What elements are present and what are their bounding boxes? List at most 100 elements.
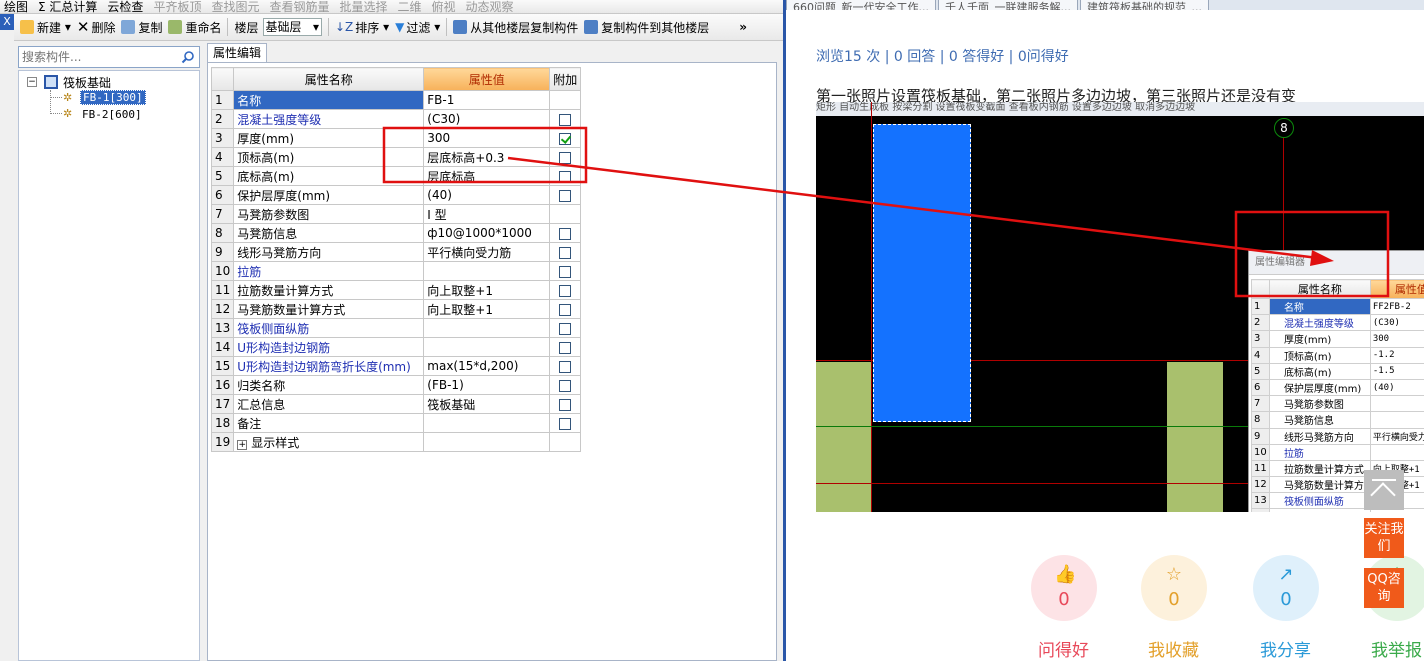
extra-checkbox[interactable] [559,379,572,392]
action-favorite-button[interactable]: ☆ 0 [1141,555,1207,621]
property-name-cell[interactable]: 筏板侧面纵筋 [233,318,425,338]
table-row[interactable]: 12 马凳筋数量计算方式 向上取整+1 [210,299,582,319]
table-row[interactable]: 14 U形构造封边钢筋 [210,337,582,357]
extra-checkbox[interactable] [559,189,572,202]
top-toolbar-item[interactable]: 查找图元 [211,0,259,13]
top-toolbar-item[interactable]: 二维 [398,0,422,13]
extra-checkbox[interactable] [559,398,572,411]
extra-checkbox[interactable] [559,303,572,316]
search-icon[interactable] [181,50,195,64]
property-name-cell[interactable]: U形构造封边钢筋弯折长度(mm) [233,356,425,376]
table-row[interactable]: 13 筏板侧面纵筋 [210,318,582,338]
top-toolbar-item[interactable]: 绘图 [4,0,28,13]
browser-tab[interactable]: 660问题_新一代安全工作... [786,0,936,10]
top-toolbar-item[interactable]: 批量选择 [339,0,387,13]
property-value-cell[interactable]: 300 [423,128,551,148]
new-button[interactable]: 新建 ▾ [20,19,71,36]
action-label[interactable]: 我分享 [1260,636,1311,661]
property-name-cell[interactable]: 顶标高(m) [233,147,425,167]
extra-checkbox[interactable] [559,151,572,164]
top-toolbar-item[interactable]: 俯视 [432,0,456,13]
property-value-cell[interactable]: 层底标高+0.3 [423,147,551,167]
filter-button[interactable]: ▼ 过滤 ▾ [395,19,440,36]
property-value-cell[interactable]: I 型 [423,204,551,224]
property-name-cell[interactable]: 拉筋数量计算方式 [233,280,425,300]
property-value-cell[interactable]: 向上取整+1 [423,280,551,300]
tree-root-label[interactable]: 筏板基础 [63,74,111,91]
rename-button[interactable]: 重命名 [168,19,221,36]
top-toolbar-item[interactable]: 动态观察 [466,0,514,13]
property-value-cell[interactable]: (40) [423,185,551,205]
action-label[interactable]: 我举报 [1371,636,1422,661]
property-name-cell[interactable]: 汇总信息 [233,394,425,414]
property-value-cell[interactable]: (FB-1) [423,375,551,395]
property-name-cell[interactable]: 底标高(m) [233,166,425,186]
close-icon[interactable]: X [0,14,14,30]
top-toolbar-item[interactable]: 查看钢筋量 [269,0,329,13]
copy-to-floor-button[interactable]: 复制构件到其他楼层 [584,19,709,36]
extra-checkbox[interactable] [559,113,572,126]
copy-button[interactable]: 复制 [121,19,162,36]
extra-checkbox[interactable] [559,322,572,335]
property-value-cell[interactable]: 平行横向受力筋 [423,242,551,262]
property-name-cell[interactable]: 马凳筋参数图 [233,204,425,224]
sort-button[interactable]: ↓Z 排序 ▾ [335,19,389,36]
extra-checkbox[interactable] [559,132,572,145]
table-row[interactable]: 8 马凳筋信息 ф10@1000*1000 [210,223,582,243]
table-row[interactable]: 10 拉筋 [210,261,582,281]
extra-checkbox[interactable] [559,246,572,259]
table-row[interactable]: 19 + 显示样式 [210,432,582,452]
search-input[interactable] [19,47,169,67]
extra-checkbox[interactable] [559,360,572,373]
extra-checkbox[interactable] [559,417,572,430]
top-toolbar-item[interactable]: Σ 汇总计算 [38,0,97,13]
property-name-cell[interactable]: 线形马凳筋方向 [233,242,425,262]
property-value-cell[interactable]: FB-1 [423,90,551,110]
property-name-cell[interactable]: 备注 [233,413,425,433]
action-label[interactable]: 我收藏 [1148,636,1199,661]
top-toolbar-item[interactable]: 云检查 [107,0,143,13]
table-row[interactable]: 17 汇总信息 筏板基础 [210,394,582,414]
property-value-cell[interactable] [423,432,551,452]
property-value-cell[interactable] [423,413,551,433]
table-row[interactable]: 1 名称 FB-1 [210,90,582,110]
action-share-button[interactable]: ↗ 0 [1253,555,1319,621]
extra-checkbox[interactable] [559,284,572,297]
property-name-cell[interactable]: 保护层厚度(mm) [233,185,425,205]
expand-icon[interactable]: + [237,439,248,450]
table-row[interactable]: 18 备注 [210,413,582,433]
property-name-cell[interactable]: 拉筋 [233,261,425,281]
table-row[interactable]: 4 顶标高(m) 层底标高+0.3 [210,147,582,167]
property-name-cell[interactable]: 马凳筋数量计算方式 [233,299,425,319]
property-name-cell[interactable]: U形构造封边钢筋 [233,337,425,357]
extra-checkbox[interactable] [559,341,572,354]
property-value-cell[interactable] [423,318,551,338]
property-name-cell[interactable]: 混凝土强度等级 [233,109,425,129]
table-row[interactable]: 15 U形构造封边钢筋弯折长度(mm) max(15*d,200) [210,356,582,376]
extra-checkbox[interactable] [559,170,572,183]
follow-us-button[interactable]: 关注我们 [1364,518,1404,558]
property-name-cell[interactable]: 马凳筋信息 [233,223,425,243]
back-to-top-button[interactable] [1364,470,1404,510]
action-label[interactable]: 问得好 [1038,636,1089,661]
table-row[interactable]: 6 保护层厚度(mm) (40) [210,185,582,205]
qq-consult-button[interactable]: QQ咨询 [1364,568,1404,608]
table-row[interactable]: 3 厚度(mm) 300 [210,128,582,148]
property-name-cell[interactable]: + 显示样式 [233,432,425,452]
property-value-cell[interactable]: 向上取整+1 [423,299,551,319]
table-row[interactable]: 11 拉筋数量计算方式 向上取整+1 [210,280,582,300]
table-row[interactable]: 2 混凝土强度等级 (C30) [210,109,582,129]
extra-checkbox[interactable] [559,265,572,278]
property-value-cell[interactable]: 层底标高 [423,166,551,186]
table-row[interactable]: 7 马凳筋参数图 I 型 [210,204,582,224]
property-name-cell[interactable]: 名称 [233,90,425,110]
copy-from-floor-button[interactable]: 从其他楼层复制构件 [453,19,578,36]
action-ask-good-button[interactable]: 👍 0 [1031,555,1097,621]
extra-checkbox[interactable] [559,227,572,240]
table-row[interactable]: 9 线形马凳筋方向 平行横向受力筋 [210,242,582,262]
table-row[interactable]: 16 归类名称 (FB-1) [210,375,582,395]
table-row[interactable]: 5 底标高(m) 层底标高 [210,166,582,186]
property-value-cell[interactable] [423,337,551,357]
delete-button[interactable]: ✕ 删除 [77,18,116,36]
tree-item-fb2[interactable]: FB-2[600] [82,108,142,121]
